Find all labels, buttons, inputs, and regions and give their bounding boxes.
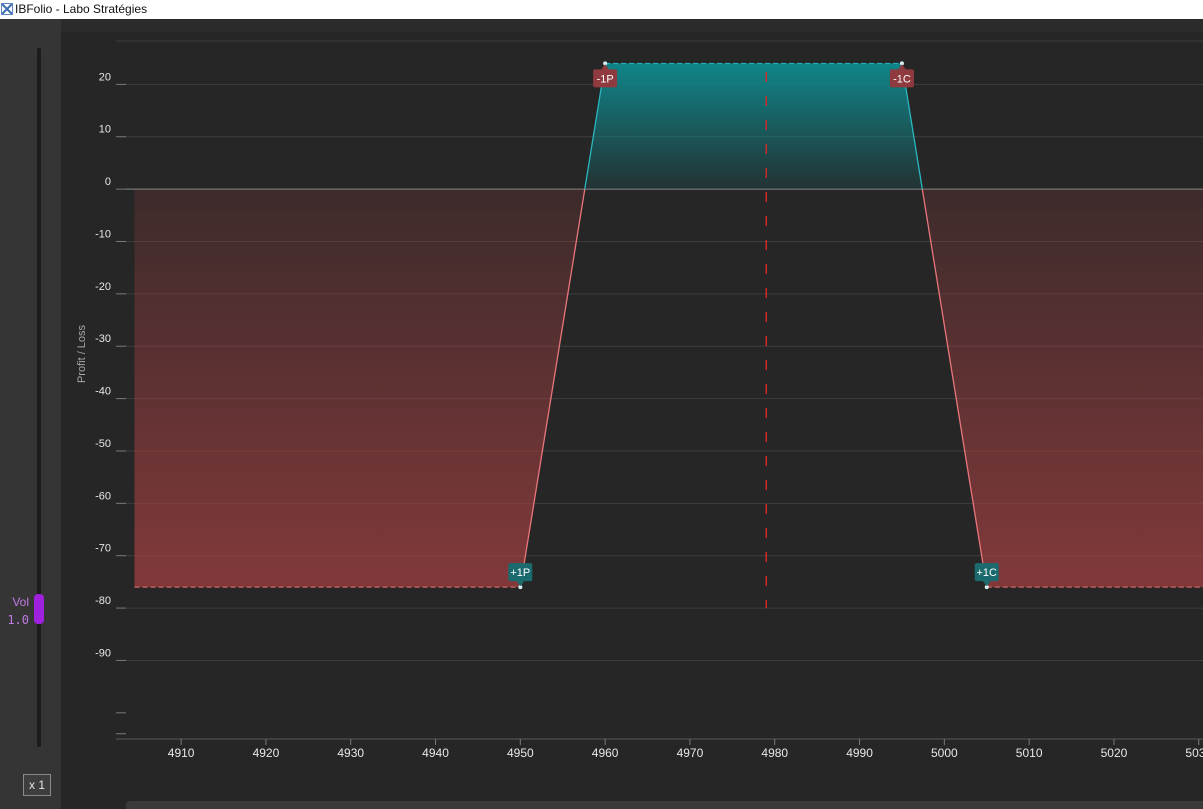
x-tick-label: 5020 <box>1101 746 1128 760</box>
y-tick-label: -80 <box>95 595 111 607</box>
horizontal-scrollbar[interactable] <box>126 801 1203 809</box>
app-cross-icon <box>1 3 13 15</box>
y-tick-label: -10 <box>95 228 111 240</box>
x-tick-label: 4960 <box>592 746 619 760</box>
y-tick-label: -90 <box>95 647 111 659</box>
multiplier-button[interactable]: x 1 <box>23 774 51 796</box>
y-tick-label: -30 <box>95 333 111 345</box>
y-tick-label: -50 <box>95 438 111 450</box>
y-axis-label: Profit / Loss <box>76 324 88 383</box>
window-title: IBFolio - Labo Stratégies <box>15 2 148 16</box>
y-tick-label: -20 <box>95 281 111 293</box>
volatility-panel: Vol x 1.0 x 1 <box>0 19 61 809</box>
leg-badge-label: +1C <box>977 567 998 579</box>
loss-area <box>134 189 1203 588</box>
y-tick-label: -60 <box>95 490 111 502</box>
x-tick-label: 4910 <box>168 746 195 760</box>
title-bar: IBFolio - Labo Stratégies <box>0 0 1203 19</box>
x-tick-label: 4990 <box>846 746 873 760</box>
profit-area <box>134 63 1203 190</box>
x-tick-label: 5030 <box>1185 746 1203 760</box>
x-tick-label: 4930 <box>337 746 364 760</box>
leg-badge-label: +1P <box>510 567 530 579</box>
vol-value: x 1.0 <box>0 613 29 627</box>
x-tick-label: 4940 <box>422 746 449 760</box>
payoff-chart[interactable]: +1P -1P -1C +1C 20 10 0 -10 -20 -30 -40 -50 -60 -70 -… <box>61 32 1203 809</box>
vol-label: Vol <box>12 595 29 609</box>
y-tick-label: -70 <box>95 543 111 555</box>
leg-badge-label: -1C <box>893 73 911 85</box>
payoff-chart-svg: +1P -1P -1C +1C 20 10 0 -10 -20 -30 -40 -50 -60 -70 -… <box>76 40 1203 760</box>
x-tick-label: 5010 <box>1016 746 1043 760</box>
vol-slider-handle[interactable] <box>34 594 44 624</box>
x-tick-label: 4980 <box>761 746 788 760</box>
y-tick-label: 10 <box>99 124 111 136</box>
y-tick-label: 0 <box>105 176 111 188</box>
vol-slider-track[interactable] <box>37 48 41 747</box>
x-tick-label: 4950 <box>507 746 534 760</box>
x-tick-label: 4920 <box>253 746 280 760</box>
y-tick-label: 20 <box>99 71 111 83</box>
x-tick-label: 5000 <box>931 746 958 760</box>
leg-badge-label: -1P <box>597 73 614 85</box>
x-tick-label: 4970 <box>677 746 704 760</box>
y-tick-label: -40 <box>95 386 111 398</box>
